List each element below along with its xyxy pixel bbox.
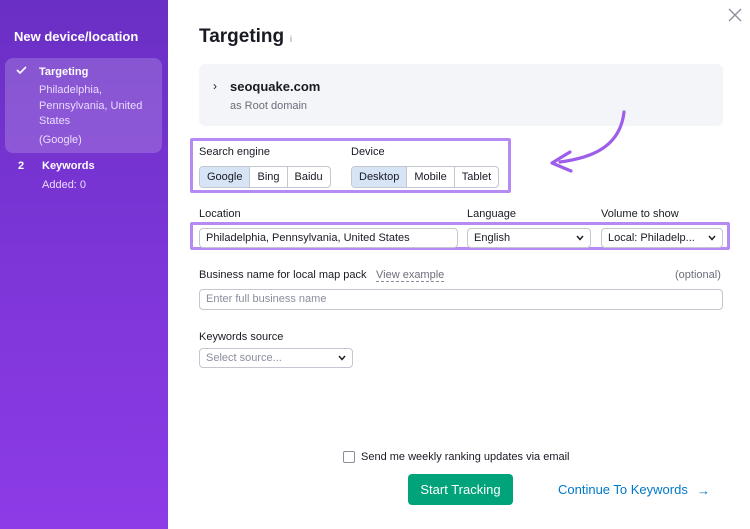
volume-select[interactable]: Local: Philadelp... xyxy=(601,228,723,248)
language-value: English xyxy=(474,232,511,244)
volume-value: Local: Philadelp... xyxy=(608,232,695,244)
language-select[interactable]: English xyxy=(467,228,591,248)
curved-arrow-icon xyxy=(550,110,626,173)
email-updates-label[interactable]: Send me weekly ranking updates via email xyxy=(361,451,570,463)
step-number: 2 xyxy=(18,160,25,172)
step-location: Philadelphia, Pennsylvania, United State… xyxy=(39,84,143,127)
view-example-link[interactable]: View example xyxy=(376,269,445,282)
arrow-right-icon[interactable]: → xyxy=(697,483,710,498)
step-title: Targeting xyxy=(39,66,89,78)
domain-name: seoquake.com xyxy=(230,79,321,94)
chevron-down-icon xyxy=(708,235,716,241)
keywords-source-label: Keywords source xyxy=(199,331,284,343)
device-toggle: Desktop Mobile Tablet xyxy=(351,166,500,188)
sidebar-step-keywords[interactable]: Keywords xyxy=(42,160,95,172)
search-engine-toggle: Google Bing Baidu xyxy=(199,166,331,188)
engine-google[interactable]: Google xyxy=(200,167,251,187)
close-icon[interactable] xyxy=(728,8,742,22)
business-name-input[interactable]: Enter full business name xyxy=(199,289,723,310)
continue-to-keywords-link[interactable]: Continue To Keywords xyxy=(558,482,688,497)
device-label: Device xyxy=(351,146,385,158)
optional-label: (optional) xyxy=(675,269,721,281)
language-label: Language xyxy=(467,208,516,220)
engine-bing[interactable]: Bing xyxy=(250,167,288,187)
domain-type: as Root domain xyxy=(230,100,308,112)
sidebar-title: New device/location xyxy=(14,29,139,44)
sidebar-step-targeting[interactable]: Targeting Philadelphia, Pennsylvania, Un… xyxy=(5,58,162,153)
page-title: Targeting xyxy=(199,26,285,47)
chevron-right-icon[interactable]: › xyxy=(213,79,217,93)
volume-label: Volume to show xyxy=(601,208,679,220)
email-updates-checkbox[interactable] xyxy=(343,451,355,463)
business-name-label: Business name for local map pack xyxy=(199,269,367,281)
sidebar: New device/location Targeting Philadelph… xyxy=(0,0,168,529)
engine-baidu[interactable]: Baidu xyxy=(288,167,330,187)
step-engine: (Google) xyxy=(39,134,82,146)
check-icon xyxy=(16,66,27,74)
step-keywords-count: Added: 0 xyxy=(42,179,87,191)
search-engine-label: Search engine xyxy=(199,146,270,158)
device-tablet[interactable]: Tablet xyxy=(455,167,498,187)
chevron-down-icon xyxy=(576,235,584,241)
domain-panel: › seoquake.com as Root domain xyxy=(199,64,723,126)
start-tracking-button[interactable]: Start Tracking xyxy=(408,474,513,505)
location-label: Location xyxy=(199,208,241,220)
keywords-source-select[interactable]: Select source... xyxy=(199,348,353,368)
location-input[interactable]: Philadelphia, Pennsylvania, United State… xyxy=(199,228,458,248)
device-mobile[interactable]: Mobile xyxy=(407,167,455,187)
info-icon[interactable]: i xyxy=(290,34,292,44)
chevron-down-icon xyxy=(338,355,346,361)
device-desktop[interactable]: Desktop xyxy=(352,167,408,187)
keywords-source-value: Select source... xyxy=(206,352,282,364)
